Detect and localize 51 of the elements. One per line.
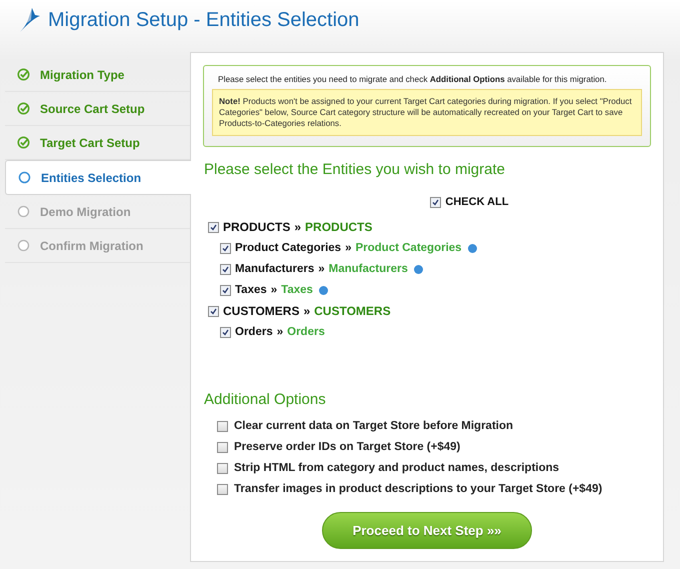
check-circle-icon — [17, 136, 30, 149]
checkbox[interactable] — [217, 420, 228, 432]
checkbox[interactable] — [220, 326, 231, 338]
checkbox[interactable] — [208, 222, 219, 233]
note-text: Note! Products won't be assigned to your current Target Cart categories during migration. If you select "Product Categories" below, Source Cart category structure will be automatically recreated on your Target Cart to save Products-to-Categories relations. — [212, 89, 642, 136]
entity-source: Taxes — [235, 284, 267, 296]
checkbox[interactable] — [208, 306, 219, 317]
option-label: Clear current data on Target Store before Migration — [234, 420, 514, 432]
entity-source: PRODUCTS — [223, 220, 290, 234]
check-all-label: CHECK ALL — [445, 196, 509, 208]
separator: » — [318, 263, 325, 276]
entity-target: Manufacturers — [328, 263, 408, 276]
checkbox[interactable] — [220, 264, 231, 275]
checkbox[interactable] — [220, 242, 231, 254]
entity-source: Manufacturers — [235, 263, 314, 276]
help-icon[interactable] — [468, 244, 477, 253]
check-circle-icon — [17, 102, 30, 115]
option-label: Strip HTML from category and product names, descriptions — [234, 462, 560, 474]
entity-target: PRODUCTS — [305, 220, 372, 234]
checkbox[interactable] — [430, 196, 442, 208]
info-text: Please select the entities you need to migrate and check Additional Options available for this migration. — [218, 74, 608, 84]
option-label: Transfer images in product descriptions to your Target Store (+$49) — [234, 483, 602, 496]
help-icon[interactable] — [414, 264, 423, 274]
check-circle-icon — [17, 68, 30, 81]
entity-target: Taxes — [281, 284, 313, 296]
entity-source: Product Categories — [235, 242, 342, 254]
separator: » — [270, 284, 278, 296]
separator: » — [294, 220, 302, 234]
circle-icon — [17, 205, 30, 218]
checkbox[interactable] — [220, 284, 231, 296]
separator: » — [276, 326, 284, 338]
help-icon[interactable] — [318, 286, 328, 295]
entity-target: Orders — [287, 326, 325, 338]
separator: » — [303, 304, 310, 318]
option-label: Preserve order IDs on Target Store (+$49) — [234, 441, 460, 454]
section-heading: Additional Options — [204, 390, 327, 408]
section-heading: Please select the Entities you wish to migrate — [204, 160, 506, 178]
entity-target: CUSTOMERS — [314, 304, 391, 318]
logo-icon — [18, 6, 42, 34]
circle-icon — [18, 171, 31, 184]
checkbox[interactable] — [217, 484, 228, 495]
entity-target: Product Categories — [355, 242, 462, 254]
entity-source: CUSTOMERS — [223, 304, 300, 318]
entity-source: Orders — [235, 326, 273, 338]
step-item[interactable]: Entities Selection — [5, 160, 191, 195]
page-title: Migration Setup - Entities Selection — [48, 8, 360, 32]
checkbox[interactable] — [217, 462, 228, 474]
separator: » — [345, 242, 352, 254]
circle-icon — [17, 239, 30, 252]
checkbox[interactable] — [217, 442, 228, 453]
proceed-button[interactable]: Proceed to Next Step »» — [322, 512, 532, 549]
